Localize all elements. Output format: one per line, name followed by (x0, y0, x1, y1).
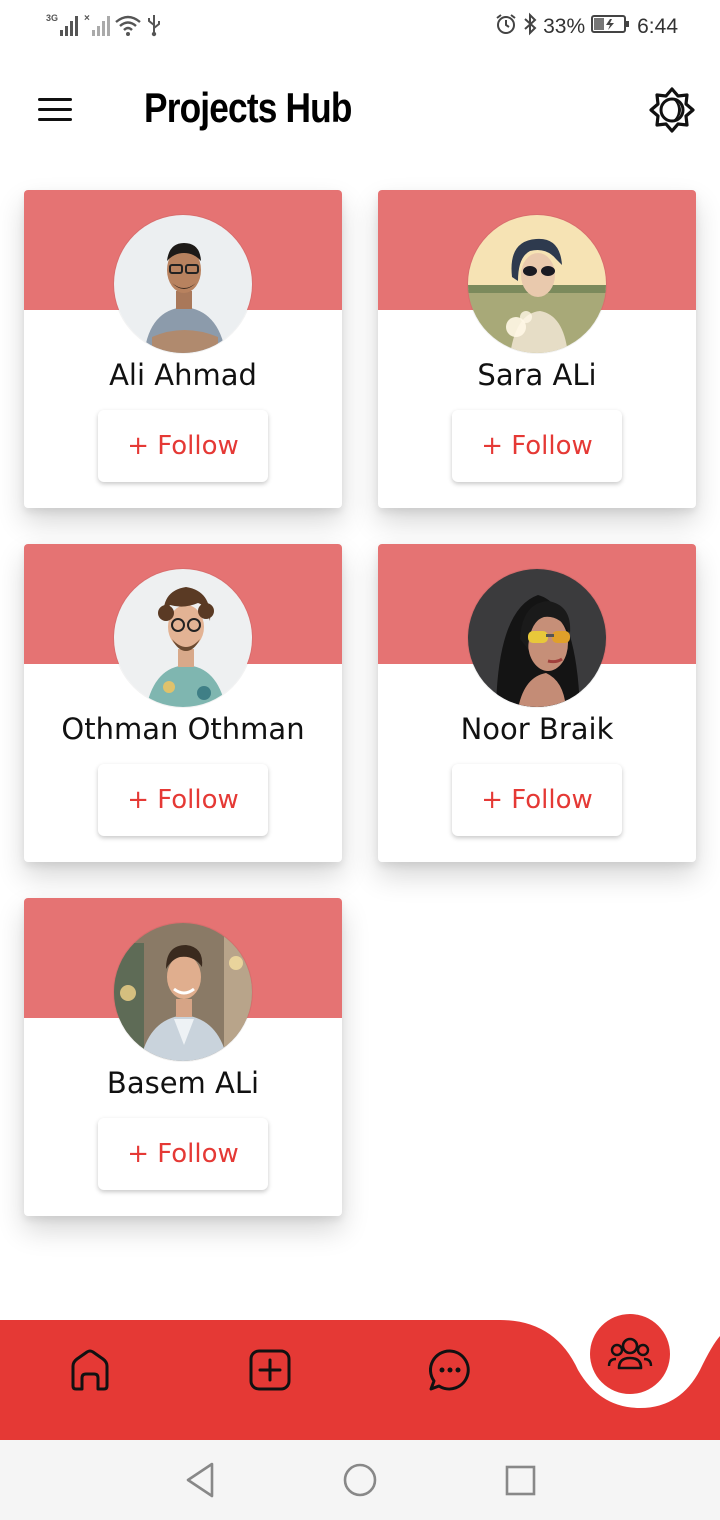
chat-icon[interactable] (428, 1348, 472, 1392)
user-name: Basem ALi (106, 1066, 260, 1100)
user-name: Othman Othman (61, 712, 305, 746)
users-group-icon[interactable] (590, 1314, 670, 1394)
usb-icon (146, 13, 162, 41)
avatar[interactable] (467, 568, 607, 708)
bluetooth-icon (523, 12, 537, 42)
svg-text:3G: 3G (46, 13, 58, 23)
avatar[interactable] (113, 214, 253, 354)
status-right: 33% 6:44 (495, 12, 678, 42)
user-name: Sara ALi (477, 358, 597, 392)
signal-3g-icon: 3G (46, 12, 80, 42)
signal-x-icon: × (84, 12, 110, 42)
status-bar: 3G × 33% 6:44 (0, 0, 720, 56)
avatar[interactable] (467, 214, 607, 354)
battery-percent: 33% (543, 15, 586, 38)
home-circle-icon[interactable] (338, 1458, 382, 1502)
add-square-icon[interactable] (248, 1348, 292, 1392)
user-card: Noor Braik + Follow (378, 544, 696, 862)
alarm-icon (495, 13, 517, 41)
svg-text:×: × (84, 13, 90, 24)
brightness-theme-icon[interactable] (648, 86, 696, 134)
recents-icon[interactable] (498, 1458, 542, 1502)
clock: 6:44 (637, 15, 678, 38)
follow-button[interactable]: + Follow (452, 764, 622, 836)
battery-charging-icon (591, 13, 631, 41)
follow-button[interactable]: + Follow (98, 764, 268, 836)
user-card: Sara ALi + Follow (378, 190, 696, 508)
user-card: Othman Othman + Follow (24, 544, 342, 862)
wifi-icon (114, 13, 142, 41)
avatar[interactable] (113, 922, 253, 1062)
avatar[interactable] (113, 568, 253, 708)
user-name: Ali Ahmad (109, 358, 257, 392)
page-title: Projects Hub (144, 84, 352, 131)
hamburger-menu-icon[interactable] (36, 96, 76, 126)
back-icon[interactable] (178, 1458, 222, 1502)
follow-button[interactable]: + Follow (452, 410, 622, 482)
user-card: Basem ALi + Follow (24, 898, 342, 1216)
app-header: Projects Hub (0, 66, 720, 158)
follow-button[interactable]: + Follow (98, 1118, 268, 1190)
home-icon[interactable] (68, 1348, 112, 1392)
user-name: Noor Braik (460, 712, 614, 746)
system-navigation-bar (0, 1440, 720, 1520)
status-left: 3G × (46, 12, 162, 42)
user-card: Ali Ahmad + Follow (24, 190, 342, 508)
follow-button[interactable]: + Follow (98, 410, 268, 482)
